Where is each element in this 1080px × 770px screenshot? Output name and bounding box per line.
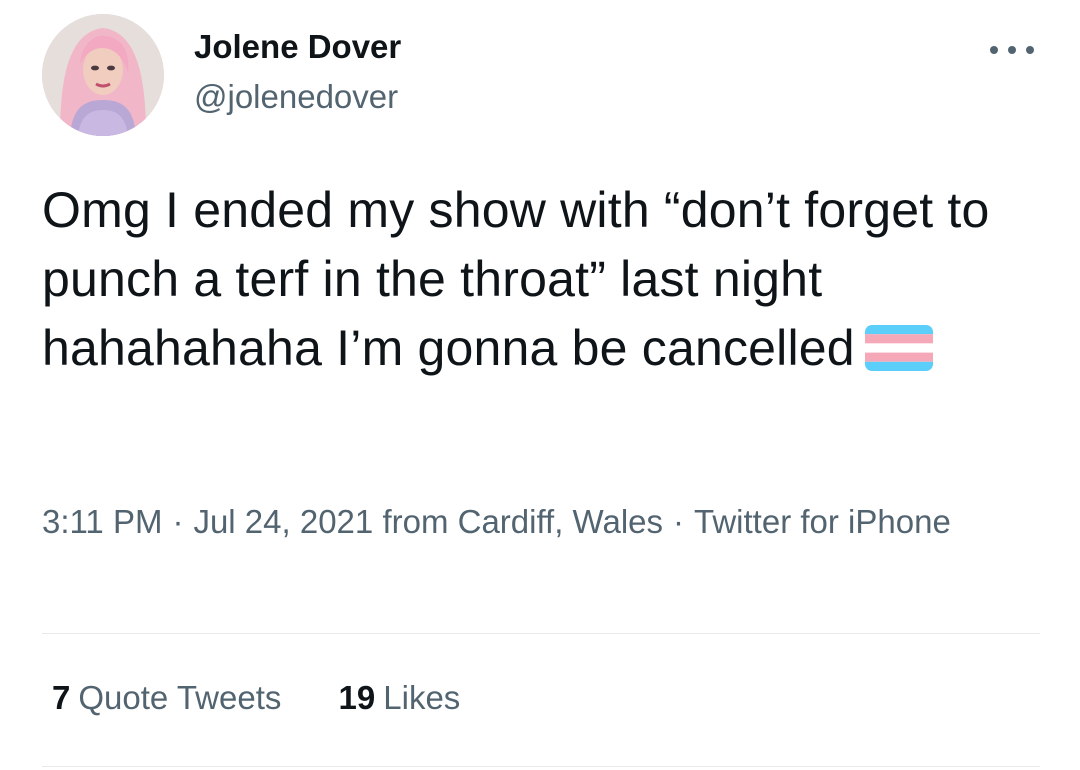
- dot: [1026, 46, 1034, 54]
- divider: [42, 766, 1040, 767]
- dot: [1008, 46, 1016, 54]
- transgender-flag-emoji: [864, 325, 933, 371]
- likes-count: 19: [338, 679, 376, 716]
- divider: [42, 633, 1040, 634]
- tweet: Jolene Dover @jolenedover Omg I ended my…: [0, 0, 1080, 770]
- tweet-date[interactable]: Jul 24, 2021: [193, 503, 373, 540]
- quote-tweets-label: Quote Tweets: [78, 679, 282, 716]
- tweet-metadata: 3:11 PM · Jul 24, 2021 from Cardiff, Wales…: [42, 497, 1042, 547]
- avatar[interactable]: [42, 14, 164, 136]
- author-names: Jolene Dover @jolenedover: [194, 28, 401, 116]
- tweet-header: Jolene Dover @jolenedover: [42, 14, 1042, 136]
- tweet-stats: 7 Quote Tweets 19 Likes: [52, 676, 508, 720]
- tweet-text-content: Omg I ended my show with “don’t forget t…: [42, 182, 990, 376]
- more-options-icon[interactable]: [990, 38, 1034, 62]
- tweet-source[interactable]: Twitter for iPhone: [694, 503, 951, 540]
- username-handle[interactable]: @jolenedover: [194, 78, 401, 116]
- separator: ·: [673, 503, 685, 540]
- dot: [990, 46, 998, 54]
- likes-stat[interactable]: 19 Likes: [339, 676, 461, 720]
- tweet-location[interactable]: from Cardiff, Wales: [382, 503, 663, 540]
- quote-tweets-stat[interactable]: 7 Quote Tweets: [52, 676, 281, 720]
- quote-tweets-count: 7: [52, 679, 71, 716]
- tweet-text: Omg I ended my show with “don’t forget t…: [42, 176, 1052, 383]
- profile-photo-icon: [42, 14, 164, 136]
- display-name[interactable]: Jolene Dover: [194, 28, 401, 66]
- tweet-time[interactable]: 3:11 PM: [42, 503, 162, 540]
- separator: ·: [172, 503, 184, 540]
- likes-label: Likes: [383, 679, 461, 716]
